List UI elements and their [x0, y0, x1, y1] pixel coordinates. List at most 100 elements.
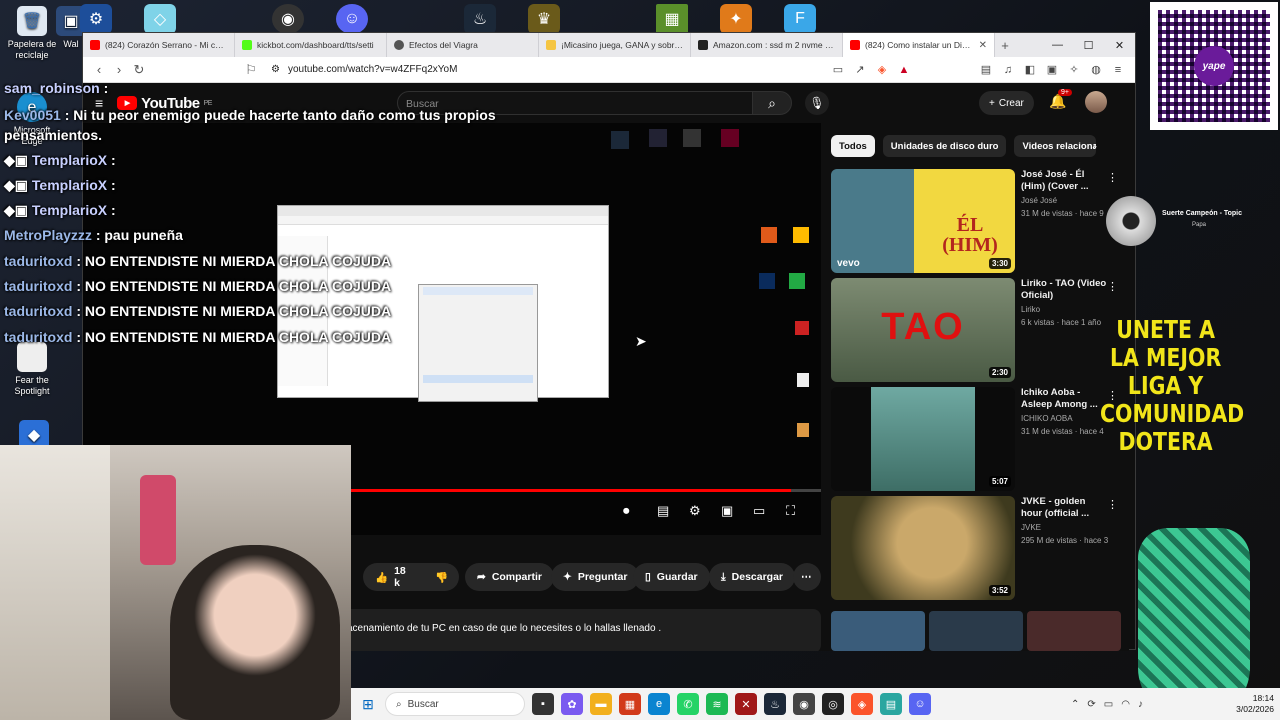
- maximize-icon[interactable]: ☐: [1073, 39, 1104, 52]
- desktop-icon-fear-the-spotlight[interactable]: Fear the Spotlight: [2, 342, 62, 397]
- video-thumbnail[interactable]: ÉL (HIM) vevo 3:30: [831, 169, 1015, 273]
- task-view-icon[interactable]: ▪: [532, 693, 554, 715]
- discord-icon[interactable]: ☺: [336, 4, 368, 34]
- obs-icon[interactable]: ◉: [272, 4, 304, 34]
- desktop-icon-recycle-bin[interactable]: 🗑 Papelera de reciclaje: [2, 6, 62, 61]
- share-button[interactable]: ➦ Compartir: [465, 563, 554, 591]
- sidebar-toggle-icon[interactable]: ▤: [975, 63, 997, 76]
- app-icon-1[interactable]: ⚙: [80, 4, 112, 34]
- channel-name[interactable]: ICHIKO AOBA: [1021, 413, 1109, 424]
- browser-tab[interactable]: ¡Micasino juega, GANA y sobre ta: [539, 33, 691, 57]
- bookmark-icon[interactable]: ⚐: [241, 62, 261, 78]
- obs-icon[interactable]: ◉: [793, 693, 815, 715]
- volume-icon[interactable]: ♪: [1138, 699, 1143, 710]
- file-explorer-icon[interactable]: ▬: [590, 693, 612, 715]
- browser-tab-active[interactable]: (824) Como instalar un Disco ✕: [843, 33, 995, 57]
- dislike-button[interactable]: 👎: [425, 563, 459, 591]
- short-thumbnail[interactable]: [929, 611, 1023, 651]
- forward-icon[interactable]: ›: [109, 62, 129, 77]
- short-thumbnail[interactable]: [831, 611, 925, 651]
- share-icon[interactable]: ↗: [849, 63, 871, 76]
- network-icon[interactable]: ◠: [1121, 699, 1130, 710]
- recommended-video[interactable]: 5:07 Ichiko Aoba - Asleep Among ... ICHI…: [831, 387, 1121, 491]
- video-title[interactable]: José José - Él (Him) (Cover ...: [1021, 169, 1109, 193]
- save-button[interactable]: ▯ Guardar: [633, 563, 710, 591]
- video-title[interactable]: JVKE - golden hour (official ...: [1021, 496, 1109, 520]
- site-info-icon[interactable]: ⚙: [271, 64, 280, 75]
- recommended-video[interactable]: ÉL (HIM) vevo 3:30 José José - Él (Him) …: [831, 169, 1121, 273]
- chevron-up-icon[interactable]: ⌃: [1071, 699, 1079, 710]
- leo-icon[interactable]: ✧: [1063, 63, 1085, 76]
- vpn-icon[interactable]: ◍: [1085, 63, 1107, 76]
- reload-icon[interactable]: ↻: [129, 62, 149, 78]
- spotify-icon[interactable]: ≋: [706, 693, 728, 715]
- minecraft-icon[interactable]: ▦: [656, 4, 688, 34]
- copilot-icon[interactable]: ✿: [561, 693, 583, 715]
- miniplayer-icon[interactable]: ▣: [721, 503, 733, 519]
- wallet-icon[interactable]: ▣: [1041, 63, 1063, 76]
- short-thumbnail[interactable]: [1027, 611, 1121, 651]
- voice-search-button[interactable]: 🎙: [805, 91, 829, 115]
- ask-button[interactable]: ✦ Preguntar: [551, 563, 640, 591]
- browser-tab[interactable]: Amazon.com : ssd m 2 nvme pcie: [691, 33, 843, 57]
- channel-name[interactable]: JVKE: [1021, 522, 1109, 533]
- account-avatar[interactable]: [1085, 91, 1107, 113]
- tray-app-icon[interactable]: ⟳: [1087, 699, 1095, 710]
- tray-app-icon[interactable]: ▭: [1104, 699, 1113, 710]
- video-title[interactable]: Ichiko Aoba - Asleep Among ...: [1021, 387, 1109, 411]
- reader-icon[interactable]: ◧: [1019, 63, 1041, 76]
- game-launcher-icon[interactable]: ♛: [528, 4, 560, 34]
- taskbar-clock[interactable]: 18:14 3/02/2026: [1236, 693, 1274, 715]
- folder-app-icon[interactable]: F: [784, 4, 816, 34]
- menu-icon[interactable]: ≡: [1107, 64, 1129, 76]
- download-button[interactable]: ⤓ Descargar: [709, 563, 796, 591]
- media-icon[interactable]: ♫: [997, 64, 1019, 76]
- app-icon-2[interactable]: ◇: [144, 4, 176, 34]
- close-window-icon[interactable]: ✕: [1104, 39, 1135, 52]
- brave-shield-icon[interactable]: ◈: [871, 63, 893, 76]
- brave-rewards-icon[interactable]: ▲: [893, 64, 915, 76]
- brave-icon[interactable]: ◈: [851, 693, 873, 715]
- create-button[interactable]: + Crear: [979, 91, 1034, 115]
- channel-name[interactable]: Liriko: [1021, 304, 1109, 315]
- windows-start-icon[interactable]: ⊞: [357, 696, 379, 713]
- more-vertical-icon[interactable]: ⋮: [1107, 280, 1118, 293]
- counter-strike-icon[interactable]: ✦: [720, 4, 752, 34]
- video-title[interactable]: Liriko - TAO (Video Oficial): [1021, 278, 1109, 302]
- chip-hard-drives[interactable]: Unidades de disco duro: [882, 135, 1007, 157]
- close-tab-icon[interactable]: ✕: [979, 40, 987, 51]
- channel-name[interactable]: José José: [1021, 195, 1109, 206]
- edge-icon[interactable]: e: [648, 693, 670, 715]
- back-icon[interactable]: ‹: [89, 62, 109, 77]
- taskbar-search[interactable]: ⌕ Buscar: [385, 692, 525, 716]
- video-thumbnail[interactable]: 5:07: [831, 387, 1015, 491]
- subtitles-icon[interactable]: ▤: [657, 503, 669, 519]
- more-vertical-icon[interactable]: ⋮: [1107, 498, 1118, 511]
- browser-tab[interactable]: (824) Corazón Serrano - Mi coraz: [83, 33, 235, 57]
- recommended-video[interactable]: TAO 2:30 Liriko - TAO (Video Oficial) Li…: [831, 278, 1121, 382]
- video-thumbnail[interactable]: TAO 2:30: [831, 278, 1015, 382]
- install-icon[interactable]: ▭: [827, 63, 849, 76]
- fullscreen-icon[interactable]: ⛶: [786, 503, 795, 519]
- steam-icon[interactable]: ♨: [464, 4, 496, 34]
- cast-icon[interactable]: ▭: [753, 503, 765, 519]
- like-button[interactable]: 👍 18 k: [363, 563, 425, 591]
- dota-icon[interactable]: ✕: [735, 693, 757, 715]
- autoplay-toggle-icon[interactable]: ⏺: [623, 503, 630, 519]
- whatsapp-icon[interactable]: ✆: [677, 693, 699, 715]
- chip-all[interactable]: Todos: [831, 135, 875, 157]
- recommended-video[interactable]: 3:52 JVKE - golden hour (official ... JV…: [831, 496, 1121, 600]
- more-actions-button[interactable]: ⋯: [793, 563, 821, 591]
- discord-icon[interactable]: ☺: [909, 693, 931, 715]
- url-field[interactable]: ⚙ youtube.com/watch?v=w4ZFFq2xYoM: [271, 60, 827, 80]
- steam-icon[interactable]: ♨: [764, 693, 786, 715]
- office-icon[interactable]: ▦: [619, 693, 641, 715]
- notepad-icon[interactable]: ▤: [880, 693, 902, 715]
- more-vertical-icon[interactable]: ⋮: [1107, 171, 1118, 184]
- settings-gear-icon[interactable]: ⚙: [689, 503, 701, 519]
- chip-related[interactable]: Videos relacionac: [1014, 135, 1097, 157]
- video-thumbnail[interactable]: 3:52: [831, 496, 1015, 600]
- app-icon[interactable]: ◎: [822, 693, 844, 715]
- search-button[interactable]: ⌕: [752, 91, 792, 115]
- minimize-icon[interactable]: —: [1042, 39, 1073, 52]
